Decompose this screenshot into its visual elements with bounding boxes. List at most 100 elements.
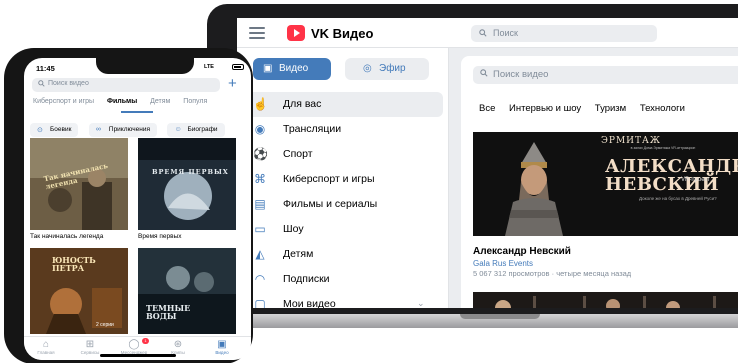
sidebar-item-label: Фильмы и сериалы <box>283 198 378 210</box>
hero-video-thumbnail[interactable]: ЭРМИТАЖ в залах Дома Эрмитажа VR-аттракц… <box>473 132 738 236</box>
sidebar-item-label: Спорт <box>283 148 313 160</box>
video-icon: ▣ <box>217 339 227 350</box>
phone-search-placeholder: Поиск видео <box>48 80 89 87</box>
sidebar-item-broadcasts[interactable]: ◉ Трансляции <box>237 117 449 142</box>
tabbar-label: Главная <box>37 350 55 355</box>
tabbar-home[interactable]: ⌂ Главная <box>26 339 66 355</box>
menu-icon[interactable] <box>249 27 265 39</box>
dark-waters-poster-image <box>138 248 236 334</box>
sidebar-item-label: Мои видео <box>283 298 336 308</box>
video-button[interactable]: ▣ Видео <box>253 58 331 80</box>
top-bar: VK Видео Поиск <box>237 18 738 48</box>
laptop-screen: VK Видео Поиск ▣ Видео ◎ Эфир ☝ Для вас … <box>237 18 738 308</box>
tile-overlay: ЮНОСТЬ ПЕТРА <box>52 255 96 273</box>
active-tab-indicator <box>121 111 153 113</box>
sidebar-item-esports[interactable]: ⌘ Киберспорт и игры <box>237 167 449 192</box>
next-video-thumbnail[interactable] <box>473 292 738 308</box>
category-tab[interactable]: Туризм <box>595 103 626 114</box>
status-time: 11:45 <box>36 64 55 73</box>
brand-title[interactable]: VK Видео <box>311 26 373 41</box>
tabbar-clips[interactable]: ⊛ Клипы <box>158 339 198 355</box>
hero-brand-text: ЭРМИТАЖ <box>601 136 661 146</box>
film-tile-time-first[interactable]: ВРЕМЯ ПЕРВЫХ <box>138 138 236 230</box>
video-icon: ▣ <box>263 63 273 74</box>
phone-search-input[interactable]: Поиск видео <box>32 78 220 92</box>
sidebar-item-my-video[interactable]: ▢ Мои видео ⌄ <box>237 292 449 308</box>
tile-overlay: ТЕМНЫЕ ВОДЫ <box>146 303 191 321</box>
sidebar-item-label: Для вас <box>283 98 322 110</box>
tv-icon: ▭ <box>254 222 266 236</box>
video-meta: 5 067 312 просмотров · четыре месяца наз… <box>473 269 632 278</box>
chip-adventure[interactable]: ∞ Приключения <box>88 123 157 137</box>
sidebar-item-label: Детям <box>283 248 314 260</box>
chip-label: Боевик <box>50 126 72 133</box>
time-first-poster-image <box>138 138 236 230</box>
genre-chips: ⊙ Боевик ∞ Приключения ☺ Биографи <box>30 118 231 137</box>
tabbar-services[interactable]: ⊞ Сервисы <box>70 339 110 355</box>
gamepad-icon: ⌘ <box>254 172 266 186</box>
tabbar-label: Сервисы <box>80 350 100 355</box>
video-channel-link[interactable]: Gala Rus Events <box>473 259 533 268</box>
efir-button-label: Эфир <box>379 63 406 74</box>
broadcast-icon: ◉ <box>254 122 266 136</box>
hero-subtitle: Доколе же на бусах в Древней Руси? <box>639 196 717 201</box>
sidebar-item-subscriptions[interactable]: ◠ Подписки <box>237 267 449 292</box>
phone-screen: 11:45 LTE Поиск видео + Киберспорт и игр… <box>24 58 251 360</box>
chip-label: Биографи <box>187 126 218 133</box>
search-icon <box>38 80 45 89</box>
sidebar-item-films[interactable]: ▤ Фильмы и сериалы <box>237 192 449 217</box>
sidebar-item-for-you[interactable]: ☝ Для вас <box>237 92 443 117</box>
next-video-image <box>473 292 738 308</box>
knight-figure-image <box>505 142 563 236</box>
tab-films[interactable]: Фильмы <box>107 98 137 105</box>
home-icon: ⌂ <box>42 339 50 350</box>
tabbar-video[interactable]: ▣ Видео <box>202 339 242 355</box>
video-title[interactable]: Александр Невский <box>473 246 571 257</box>
tab-kids[interactable]: Детям <box>150 98 170 105</box>
category-tab[interactable]: Технологи <box>640 103 685 114</box>
search-icon <box>480 69 488 80</box>
sidebar-item-show[interactable]: ▭ Шоу <box>237 217 449 242</box>
sidebar-item-sport[interactable]: ⚽ Спорт <box>237 142 449 167</box>
sidebar-nav: ☝ Для вас ◉ Трансляции ⚽ Спорт ⌘ Киберспорт … <box>237 92 449 308</box>
film-tile-youth-peter[interactable]: ЮНОСТЬ ПЕТРА 2 серии <box>30 248 128 334</box>
hero-vr-tag: VR-проект <box>681 177 711 183</box>
search-icon <box>479 29 487 39</box>
tile-caption[interactable]: Так начиналась легенда <box>30 233 103 240</box>
category-tab[interactable]: Интервью и шоу <box>509 103 581 114</box>
sidebar-item-kids[interactable]: ◭ Детям <box>237 242 449 267</box>
live-icon: ◎ <box>363 63 372 74</box>
chip-biography[interactable]: ☺ Биографи <box>167 123 225 137</box>
sidebar-item-label: Трансляции <box>283 123 342 135</box>
ball-icon: ⚽ <box>253 147 268 161</box>
tab-esports[interactable]: Киберспорт и игры <box>33 98 94 105</box>
top-search-placeholder: Поиск <box>493 28 518 38</box>
tabbar-label: Видео <box>215 350 229 355</box>
phone-notch <box>96 58 194 74</box>
film-icon: ▤ <box>254 197 266 211</box>
film-tile-legend[interactable]: Так начиналась легенда <box>30 138 128 230</box>
main-card: Поиск видео Все Интервью и шоу Туризм Те… <box>461 56 738 308</box>
chip-action[interactable]: ⊙ Боевик <box>30 123 79 137</box>
film-tile-dark-waters[interactable]: ТЕМНЫЕ ВОДЫ <box>138 248 236 334</box>
chevron-down-icon[interactable]: ⌄ <box>417 298 425 308</box>
phone-frame: 11:45 LTE Поиск видео + Киберспорт и игр… <box>4 48 253 363</box>
target-icon: ⊙ <box>37 127 43 134</box>
top-search-input[interactable]: Поиск <box>471 25 657 42</box>
efir-button[interactable]: ◎ Эфир <box>345 58 429 80</box>
main-content: Поиск видео Все Интервью и шоу Туризм Те… <box>453 48 738 308</box>
subscriptions-icon: ◠ <box>254 272 266 286</box>
vk-video-logo-icon[interactable] <box>287 25 305 41</box>
sidebar-item-label: Шоу <box>283 223 304 235</box>
chip-label: Приключения <box>108 126 150 133</box>
stage: VK Видео Поиск ▣ Видео ◎ Эфир ☝ Для вас … <box>0 0 738 363</box>
messenger-badge: 1 <box>142 338 149 344</box>
tile-caption[interactable]: Время первых <box>138 233 182 240</box>
sidebar-item-label: Киберспорт и игры <box>283 173 375 185</box>
category-tab[interactable]: Все <box>479 103 495 114</box>
add-icon[interactable]: + <box>228 75 237 92</box>
tab-popular[interactable]: Популя <box>183 98 207 105</box>
status-network: LTE <box>204 64 214 70</box>
main-search-placeholder: Поиск видео <box>493 69 549 80</box>
main-search-input[interactable]: Поиск видео <box>473 66 738 84</box>
